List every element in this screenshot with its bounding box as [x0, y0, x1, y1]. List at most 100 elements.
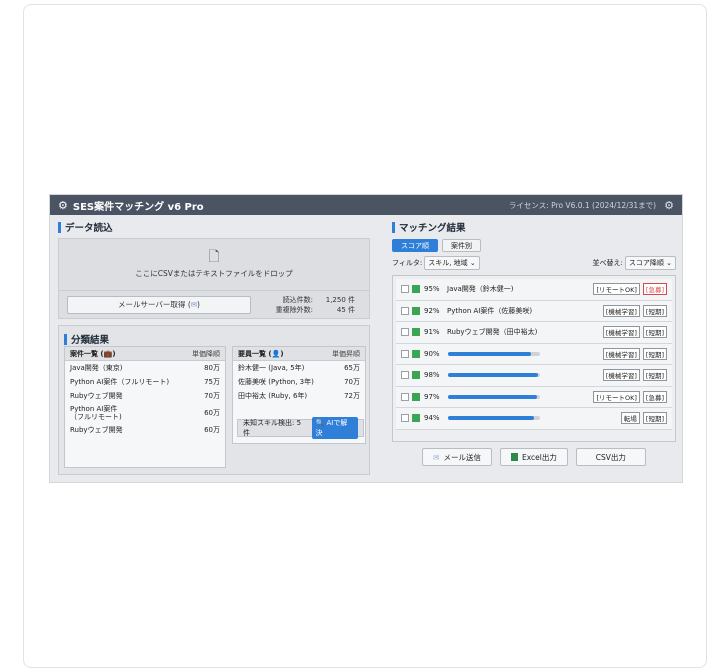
section-accent	[64, 333, 67, 345]
sort-label: 並べ替え:	[592, 259, 623, 267]
staff-price: 65万	[344, 364, 360, 372]
tab-score-order[interactable]: スコア順	[392, 239, 438, 252]
section-accent	[392, 221, 395, 233]
data-load-heading: データ読込	[58, 220, 370, 234]
excel-icon	[510, 453, 518, 461]
match-tag: [機械学習]	[602, 347, 640, 360]
match-tag: 転場	[620, 412, 640, 425]
stat-value: 1,250 件	[325, 295, 355, 304]
match-row[interactable]: 91% Rubyウェブ開発（田中裕太) [機械学習] [短期]	[396, 322, 672, 344]
match-list: 95% Java開発（鈴木健一) [リモートOK] [急募] 92% Python AI案…	[392, 275, 676, 442]
match-tag: [リモートOK]	[593, 283, 640, 296]
project-price: 60万	[204, 426, 220, 434]
person-icon: (👤)	[266, 349, 284, 358]
match-row[interactable]: 95% Java開発（鈴木健一) [リモートOK] [急募]	[396, 279, 672, 301]
excel-export-button[interactable]: Excel出力	[499, 448, 568, 466]
score-progress-bar	[448, 394, 540, 399]
match-score: 91%	[424, 328, 440, 337]
section-accent	[58, 221, 61, 233]
match-score: 98%	[424, 371, 440, 380]
table-row[interactable]: Python AI案件（フルリモート) 75万	[65, 375, 225, 389]
table-row[interactable]: Rubyウェブ開発 70万	[65, 389, 225, 403]
table-row[interactable]: 田中裕太 (Ruby, 6年) 72万	[233, 389, 365, 403]
staff-name: 佐藤美咲 (Python, 3年)	[238, 378, 314, 386]
stat-label: 読込件数:	[282, 295, 313, 304]
classification-section: 分類結果 案件一覧 (💼) 単価降順 Java開発（東京) 80万 Python A…	[58, 325, 370, 475]
match-check-icon	[412, 349, 420, 358]
row-checkbox[interactable]	[401, 306, 409, 315]
send-mail-label: メール送信	[443, 452, 481, 462]
sort-select[interactable]: スコア降順 ⌄	[624, 256, 676, 270]
briefcase-icon: (💼)	[98, 349, 116, 358]
match-row[interactable]: 90% [機械学習] [短期]	[396, 343, 672, 365]
match-tag: [短期]	[642, 369, 667, 382]
classification-heading: 分類結果	[64, 332, 364, 346]
match-check-icon	[412, 392, 420, 401]
project-name: Java開発（東京)	[70, 364, 123, 372]
ai-resolve-label: AIで解決	[315, 419, 348, 437]
match-row[interactable]: 97% [リモートOK] [急募]	[396, 386, 672, 408]
csv-export-button[interactable]: CSV出力	[575, 448, 646, 466]
match-tag: [急募]	[642, 390, 667, 403]
staff-sort[interactable]: 単価昇順	[332, 349, 360, 359]
ai-resolve-button[interactable]: 🔍 AIで解決	[311, 417, 358, 439]
file-icon: 🗋	[208, 249, 220, 265]
right-panel: マッチング結果 スコア順 案件別 フィルタ: スキル, 地域 ⌄ 並べ替え: ス…	[392, 220, 676, 466]
stat-value: 45 件	[336, 305, 355, 314]
row-checkbox[interactable]	[401, 285, 409, 294]
load-stats: 読込件数: 1,250 件 重複除外数: 45 件	[263, 295, 355, 315]
file-dropzone[interactable]: 🗋 ここにCSVまたはテキストファイルをドロップ	[58, 238, 370, 291]
row-checkbox[interactable]	[401, 328, 409, 337]
match-tag: [リモートOK]	[593, 390, 640, 403]
title-bar: ⚙ SES案件マッチング v6 Pro ライセンス: Pro V6.0.1 (2…	[50, 195, 682, 215]
row-checkbox[interactable]	[401, 349, 409, 358]
staff-price: 70万	[344, 378, 360, 386]
match-row[interactable]: 94% 転場 [短期]	[396, 408, 672, 430]
stat-row: 読込件数: 1,250 件	[263, 295, 355, 305]
unknown-skill-bar: 未知スキル検出: 5件 🔍 AIで解決	[237, 417, 364, 439]
project-name: Python AI案件（フルリモート)	[70, 378, 170, 386]
mail-server-button[interactable]: メールサーバー取得 (✉)	[67, 295, 251, 314]
row-checkbox[interactable]	[401, 392, 409, 401]
match-row[interactable]: 92% Python AI案件（佐藤美咲) [機械学習] [短期]	[396, 300, 672, 322]
match-tag: [機械学習]	[602, 326, 640, 339]
project-price: 75万	[204, 378, 220, 386]
row-checkbox[interactable]	[401, 371, 409, 380]
score-progress-fill	[448, 373, 539, 378]
matching-tabs: スコア順 案件別	[392, 239, 676, 252]
table-row[interactable]: Python AI案件 （フルリモート) 60万	[65, 403, 225, 423]
table-row[interactable]: 佐藤美咲 (Python, 3年) 70万	[233, 375, 365, 389]
license-info: ライセンス: Pro V6.0.1 (2024/12/31まで)	[508, 200, 657, 210]
gear-icon[interactable]: ⚙	[664, 199, 674, 212]
classification-title: 分類結果	[71, 335, 110, 346]
match-check-icon	[412, 371, 420, 380]
row-checkbox[interactable]	[401, 414, 409, 423]
excel-export-label: Excel出力	[521, 452, 557, 462]
match-tag: [急募]	[642, 283, 667, 296]
action-buttons: ✉ メール送信 Excel出力 CSV出力	[392, 448, 676, 466]
project-list-title: 案件一覧	[70, 349, 98, 358]
match-check-icon	[412, 285, 420, 294]
staff-list-title: 要員一覧	[238, 349, 266, 358]
table-row[interactable]: Rubyウェブ開発 60万	[65, 423, 225, 437]
send-mail-button[interactable]: ✉ メール送信	[422, 448, 492, 466]
table-row[interactable]: Java開発（東京) 80万	[65, 361, 225, 375]
match-row[interactable]: 98% [機械学習] [短期]	[396, 365, 672, 387]
score-progress-fill	[448, 394, 538, 399]
unknown-skill-text: 未知スキル検出: 5件	[243, 419, 302, 437]
load-row: メールサーバー取得 (✉) 読込件数: 1,250 件 重複除外数: 45 件	[58, 291, 370, 319]
filter-value: スキル, 地域	[428, 259, 468, 267]
match-score: 90%	[424, 349, 440, 358]
dropzone-text: ここにCSVまたはテキストファイルをドロップ	[135, 269, 293, 278]
filter-select[interactable]: スキル, 地域 ⌄	[424, 256, 480, 270]
score-progress-bar	[448, 351, 540, 356]
match-tag: [短期]	[642, 412, 667, 425]
filter-label: フィルタ:	[392, 259, 423, 267]
table-row[interactable]: 鈴木健一 (Java, 5年) 65万	[233, 361, 365, 375]
envelope-icon: ✉	[433, 452, 440, 462]
match-tag: [短期]	[642, 347, 667, 360]
tab-by-project[interactable]: 案件別	[442, 239, 481, 252]
project-sort[interactable]: 単価降順	[192, 349, 220, 359]
sort-value: スコア降順	[628, 259, 664, 267]
match-tag: [短期]	[642, 326, 667, 339]
